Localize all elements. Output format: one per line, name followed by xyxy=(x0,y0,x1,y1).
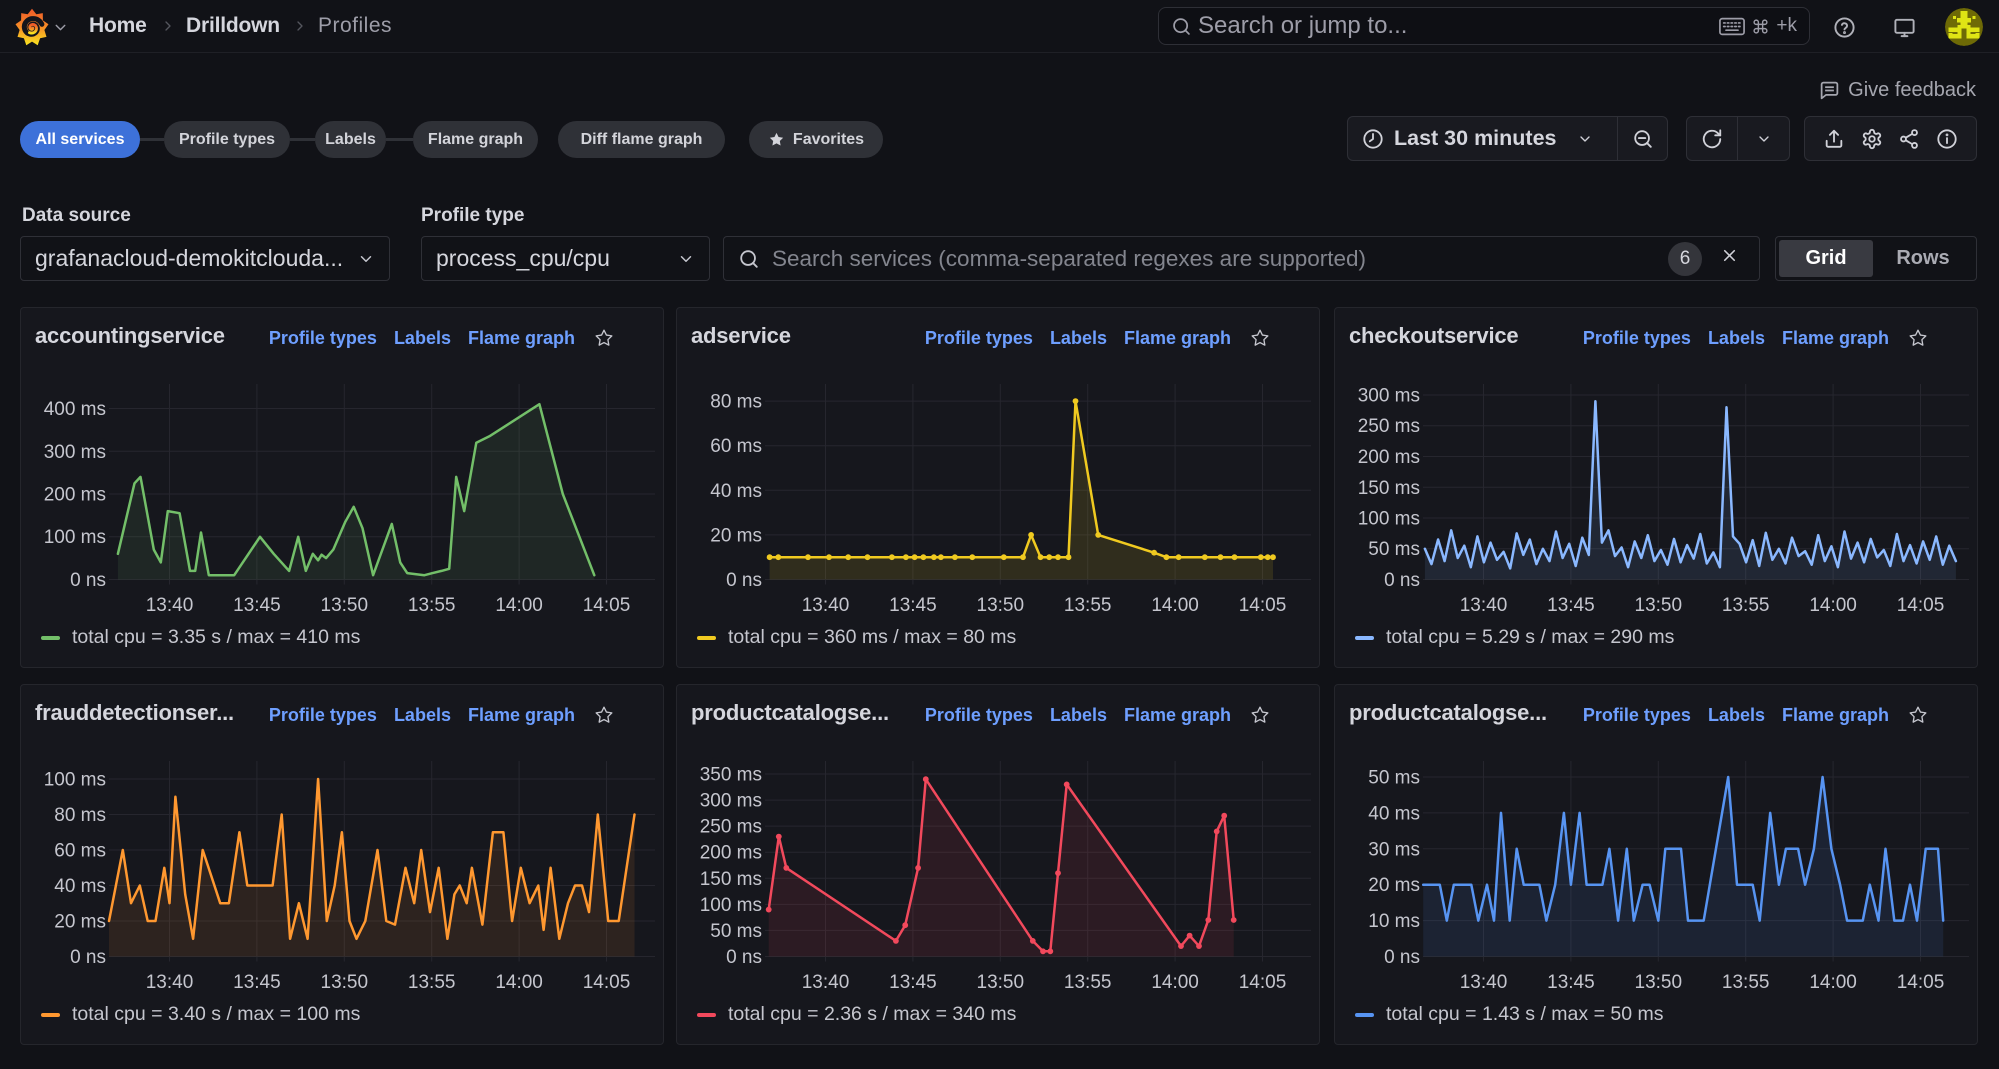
svg-text:10 ms: 10 ms xyxy=(1368,911,1420,932)
svg-text:13:50: 13:50 xyxy=(977,595,1025,616)
svg-text:100 ms: 100 ms xyxy=(700,895,762,916)
svg-text:60 ms: 60 ms xyxy=(710,436,762,457)
svg-text:300 ms: 300 ms xyxy=(700,791,762,812)
svg-text:250 ms: 250 ms xyxy=(700,817,762,838)
svg-text:13:40: 13:40 xyxy=(802,972,850,993)
svg-text:300 ms: 300 ms xyxy=(1358,386,1420,407)
svg-text:13:40: 13:40 xyxy=(1460,595,1508,616)
svg-text:13:40: 13:40 xyxy=(146,595,194,616)
svg-text:13:45: 13:45 xyxy=(233,595,281,616)
svg-text:100 ms: 100 ms xyxy=(44,527,106,548)
svg-text:13:55: 13:55 xyxy=(408,972,456,993)
svg-text:14:00: 14:00 xyxy=(495,972,543,993)
svg-text:14:05: 14:05 xyxy=(1239,972,1287,993)
svg-text:13:40: 13:40 xyxy=(802,595,850,616)
svg-text:13:55: 13:55 xyxy=(1064,972,1112,993)
svg-text:13:50: 13:50 xyxy=(321,595,369,616)
svg-text:13:50: 13:50 xyxy=(977,972,1025,993)
svg-text:0 ns: 0 ns xyxy=(70,570,106,591)
svg-text:0 ns: 0 ns xyxy=(70,947,106,968)
svg-text:13:55: 13:55 xyxy=(1722,972,1770,993)
svg-text:50 ms: 50 ms xyxy=(1368,768,1420,789)
svg-text:14:00: 14:00 xyxy=(1809,595,1857,616)
svg-text:100 ms: 100 ms xyxy=(1358,509,1420,530)
svg-text:80 ms: 80 ms xyxy=(710,392,762,413)
svg-text:400 ms: 400 ms xyxy=(44,399,106,420)
svg-text:13:40: 13:40 xyxy=(146,972,194,993)
svg-text:13:50: 13:50 xyxy=(1635,595,1683,616)
svg-text:150 ms: 150 ms xyxy=(1358,478,1420,499)
svg-text:30 ms: 30 ms xyxy=(1368,839,1420,860)
svg-text:0 ns: 0 ns xyxy=(1384,570,1420,591)
svg-text:250 ms: 250 ms xyxy=(1358,416,1420,437)
svg-text:14:05: 14:05 xyxy=(583,972,631,993)
svg-text:14:05: 14:05 xyxy=(1897,972,1945,993)
svg-text:13:40: 13:40 xyxy=(1460,972,1508,993)
svg-text:14:05: 14:05 xyxy=(1897,595,1945,616)
svg-text:40 ms: 40 ms xyxy=(710,481,762,502)
svg-text:100 ms: 100 ms xyxy=(44,770,106,791)
svg-text:13:45: 13:45 xyxy=(233,972,281,993)
svg-text:200 ms: 200 ms xyxy=(700,843,762,864)
svg-text:14:00: 14:00 xyxy=(495,595,543,616)
svg-text:13:45: 13:45 xyxy=(1547,972,1595,993)
svg-text:0 ns: 0 ns xyxy=(726,947,762,968)
svg-text:14:00: 14:00 xyxy=(1151,595,1199,616)
svg-text:13:55: 13:55 xyxy=(1722,595,1770,616)
svg-text:200 ms: 200 ms xyxy=(1358,447,1420,468)
svg-text:13:55: 13:55 xyxy=(408,595,456,616)
svg-text:50 ms: 50 ms xyxy=(1368,539,1420,560)
svg-text:200 ms: 200 ms xyxy=(44,485,106,506)
svg-text:40 ms: 40 ms xyxy=(1368,803,1420,824)
svg-text:14:00: 14:00 xyxy=(1809,972,1857,993)
svg-text:13:45: 13:45 xyxy=(889,595,937,616)
svg-text:60 ms: 60 ms xyxy=(54,841,106,862)
svg-text:80 ms: 80 ms xyxy=(54,805,106,826)
svg-text:14:05: 14:05 xyxy=(1239,595,1287,616)
svg-text:40 ms: 40 ms xyxy=(54,876,106,897)
svg-text:150 ms: 150 ms xyxy=(700,869,762,890)
svg-text:13:55: 13:55 xyxy=(1064,595,1112,616)
svg-text:13:45: 13:45 xyxy=(1547,595,1595,616)
svg-text:14:05: 14:05 xyxy=(583,595,631,616)
svg-text:0 ns: 0 ns xyxy=(1384,947,1420,968)
svg-text:300 ms: 300 ms xyxy=(44,442,106,463)
svg-text:13:45: 13:45 xyxy=(889,972,937,993)
svg-text:20 ms: 20 ms xyxy=(710,525,762,546)
svg-text:50 ms: 50 ms xyxy=(710,921,762,942)
svg-text:13:50: 13:50 xyxy=(321,972,369,993)
svg-text:0 ns: 0 ns xyxy=(726,570,762,591)
svg-text:13:50: 13:50 xyxy=(1635,972,1683,993)
svg-text:350 ms: 350 ms xyxy=(700,765,762,786)
svg-text:14:00: 14:00 xyxy=(1151,972,1199,993)
svg-text:20 ms: 20 ms xyxy=(54,912,106,933)
svg-text:20 ms: 20 ms xyxy=(1368,875,1420,896)
